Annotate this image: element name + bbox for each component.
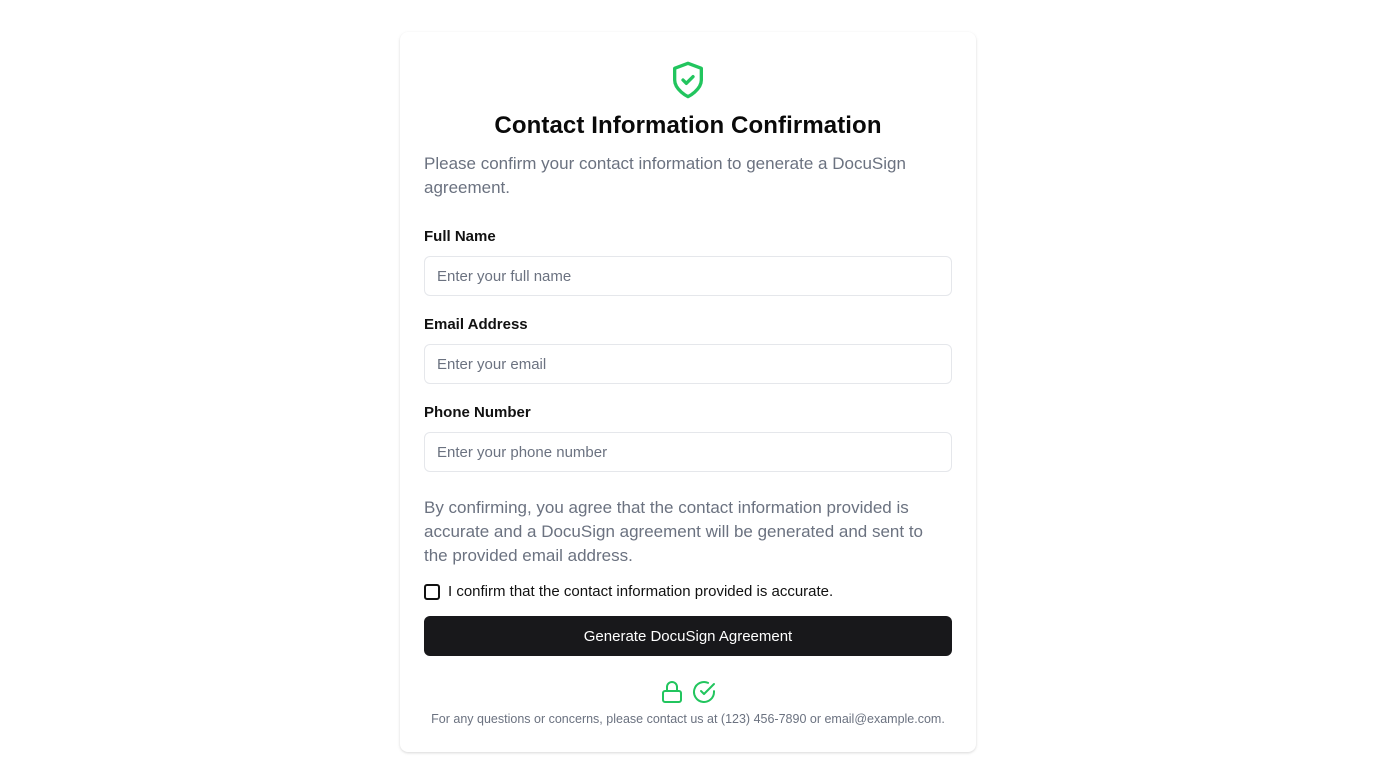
generate-agreement-button[interactable]: Generate DocuSign Agreement [424, 616, 952, 656]
page-title: Contact Information Confirmation [494, 112, 882, 139]
confirmation-card: Contact Information Confirmation Please … [400, 32, 976, 752]
confirm-checkbox-label[interactable]: I confirm that the contact information p… [448, 583, 833, 600]
phone-input[interactable] [424, 432, 952, 472]
disclaimer-text: By confirming, you agree that the contac… [424, 498, 923, 565]
page-subtitle: Please confirm your contact information … [424, 154, 906, 197]
email-input[interactable] [424, 344, 952, 384]
email-label: Email Address [424, 316, 528, 333]
lock-icon [662, 681, 682, 703]
full-name-label: Full Name [424, 228, 496, 245]
confirm-checkbox[interactable] [424, 584, 440, 600]
full-name-input[interactable] [424, 256, 952, 296]
phone-label: Phone Number [424, 404, 531, 421]
footer-contact-text: For any questions or concerns, please co… [431, 712, 945, 726]
check-circle-icon [693, 681, 715, 703]
shield-check-icon [673, 61, 703, 99]
